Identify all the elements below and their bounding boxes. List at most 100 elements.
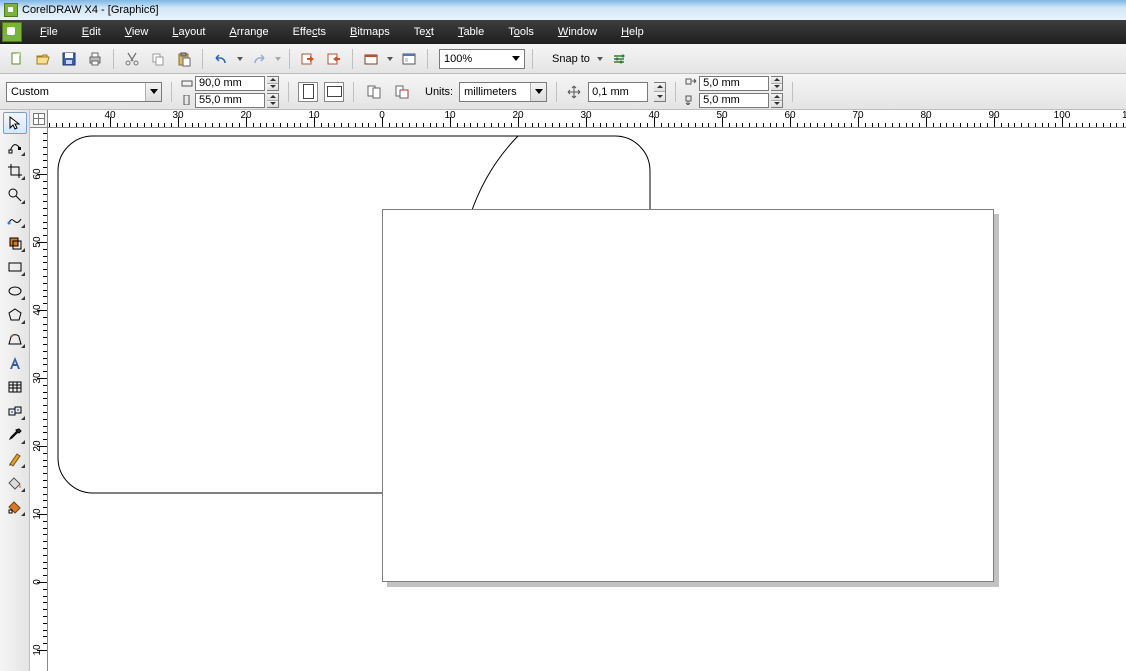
separator bbox=[556, 82, 557, 102]
nudge-icon bbox=[566, 84, 582, 100]
chevron-down-icon bbox=[145, 83, 161, 101]
vertical-ruler[interactable]: 100102030405060 bbox=[30, 128, 48, 671]
zoom-combo[interactable]: 100% bbox=[439, 49, 525, 69]
copy-button[interactable] bbox=[147, 48, 169, 70]
dup-y-spinner[interactable] bbox=[771, 93, 783, 108]
rectangle-tool[interactable] bbox=[3, 256, 27, 278]
crop-tool[interactable] bbox=[3, 160, 27, 182]
freehand-tool[interactable] bbox=[3, 208, 27, 230]
smart-fill-tool[interactable] bbox=[3, 232, 27, 254]
menu-effects[interactable]: Effects bbox=[281, 22, 338, 42]
dup-x-field[interactable]: 5,0 mm bbox=[699, 76, 769, 91]
nudge-spinner[interactable] bbox=[654, 82, 666, 102]
page-width-value: 90,0 mm bbox=[199, 77, 242, 89]
redo-button[interactable] bbox=[248, 48, 270, 70]
dup-y-field[interactable]: 5,0 mm bbox=[699, 93, 769, 108]
fill-tool[interactable] bbox=[3, 472, 27, 494]
undo-dropdown[interactable] bbox=[236, 48, 244, 70]
paper-preset-value: Custom bbox=[11, 86, 49, 98]
outline-tool[interactable] bbox=[3, 448, 27, 470]
import-button[interactable] bbox=[297, 48, 319, 70]
page-height-spinner[interactable] bbox=[267, 93, 279, 108]
page-dimensions: 90,0 mm 55,0 mm bbox=[181, 76, 279, 108]
menu-table[interactable]: Table bbox=[446, 22, 496, 42]
app-logo-icon bbox=[2, 22, 22, 42]
paste-button[interactable] bbox=[173, 48, 195, 70]
page-width-field[interactable]: 90,0 mm bbox=[195, 76, 265, 91]
dup-y-icon bbox=[685, 95, 697, 105]
menu-bar: File Edit View Layout Arrange Effects Bi… bbox=[0, 20, 1126, 44]
dup-y-value: 5,0 mm bbox=[703, 94, 740, 106]
separator bbox=[353, 82, 354, 102]
portrait-button[interactable] bbox=[298, 82, 318, 102]
title-bar: CorelDRAW X4 - [Graphic6] bbox=[0, 0, 1126, 20]
horizontal-ruler[interactable]: 403020100102030405060708090100110 bbox=[48, 110, 1126, 128]
eyedropper-tool[interactable] bbox=[3, 424, 27, 446]
open-button[interactable] bbox=[32, 48, 54, 70]
menu-bitmaps[interactable]: Bitmaps bbox=[338, 22, 402, 42]
chevron-down-icon bbox=[530, 83, 546, 101]
interactive-fill-tool[interactable] bbox=[3, 496, 27, 518]
page-width-spinner[interactable] bbox=[267, 76, 279, 91]
polygon-tool[interactable] bbox=[3, 304, 27, 326]
separator bbox=[427, 49, 428, 69]
ellipse-tool[interactable] bbox=[3, 280, 27, 302]
shape-tool[interactable] bbox=[3, 136, 27, 158]
standard-toolbar: 100% Snap to bbox=[0, 44, 1126, 74]
redo-dropdown[interactable] bbox=[274, 48, 282, 70]
menu-file[interactable]: File bbox=[28, 22, 70, 42]
separator bbox=[113, 49, 114, 69]
dup-x-spinner[interactable] bbox=[771, 76, 783, 91]
new-button[interactable] bbox=[6, 48, 28, 70]
welcome-button[interactable] bbox=[398, 48, 420, 70]
menu-arrange[interactable]: Arrange bbox=[217, 22, 280, 42]
cut-button[interactable] bbox=[121, 48, 143, 70]
app-launcher-dropdown[interactable] bbox=[386, 48, 394, 70]
separator bbox=[792, 82, 793, 102]
landscape-button[interactable] bbox=[324, 82, 344, 102]
nudge-value: 0,1 mm bbox=[592, 86, 629, 98]
workspace: 403020100102030405060708090100110 100102… bbox=[0, 110, 1126, 671]
separator bbox=[171, 82, 172, 102]
snap-to-label: Snap to bbox=[552, 53, 592, 65]
menu-window[interactable]: Window bbox=[546, 22, 609, 42]
interactive-blend-tool[interactable] bbox=[3, 400, 27, 422]
zoom-value: 100% bbox=[444, 53, 472, 65]
current-page-button[interactable] bbox=[391, 81, 413, 103]
menu-view[interactable]: View bbox=[113, 22, 161, 42]
menu-help[interactable]: Help bbox=[609, 22, 656, 42]
menu-layout[interactable]: Layout bbox=[160, 22, 217, 42]
units-value: millimeters bbox=[464, 86, 517, 98]
menu-tools[interactable]: Tools bbox=[496, 22, 546, 42]
separator bbox=[532, 49, 533, 69]
canvas[interactable] bbox=[48, 128, 1126, 671]
ruler-origin[interactable] bbox=[30, 110, 48, 128]
page-height-value: 55,0 mm bbox=[199, 94, 242, 106]
paper-preset-combo[interactable]: Custom bbox=[6, 82, 162, 102]
page-height-field[interactable]: 55,0 mm bbox=[195, 93, 265, 108]
options-button[interactable] bbox=[608, 48, 630, 70]
snap-to-dropdown[interactable] bbox=[596, 48, 604, 70]
pick-tool[interactable] bbox=[3, 112, 27, 134]
units-combo[interactable]: millimeters bbox=[459, 82, 547, 102]
undo-button[interactable] bbox=[210, 48, 232, 70]
export-button[interactable] bbox=[323, 48, 345, 70]
table-tool[interactable] bbox=[3, 376, 27, 398]
height-icon bbox=[181, 95, 193, 105]
toolbox bbox=[0, 110, 30, 671]
separator bbox=[202, 49, 203, 69]
duplicate-distance: 5,0 mm 5,0 mm bbox=[685, 76, 783, 108]
separator bbox=[289, 49, 290, 69]
nudge-field[interactable]: 0,1 mm bbox=[588, 82, 648, 102]
save-button[interactable] bbox=[58, 48, 80, 70]
dup-x-icon bbox=[685, 78, 697, 88]
menu-text[interactable]: Text bbox=[402, 22, 446, 42]
print-button[interactable] bbox=[84, 48, 106, 70]
zoom-tool[interactable] bbox=[3, 184, 27, 206]
basic-shapes-tool[interactable] bbox=[3, 328, 27, 350]
app-launcher-button[interactable] bbox=[360, 48, 382, 70]
text-tool[interactable] bbox=[3, 352, 27, 374]
menu-edit[interactable]: Edit bbox=[70, 22, 113, 42]
all-pages-button[interactable] bbox=[363, 81, 385, 103]
units-label: Units: bbox=[425, 86, 453, 98]
